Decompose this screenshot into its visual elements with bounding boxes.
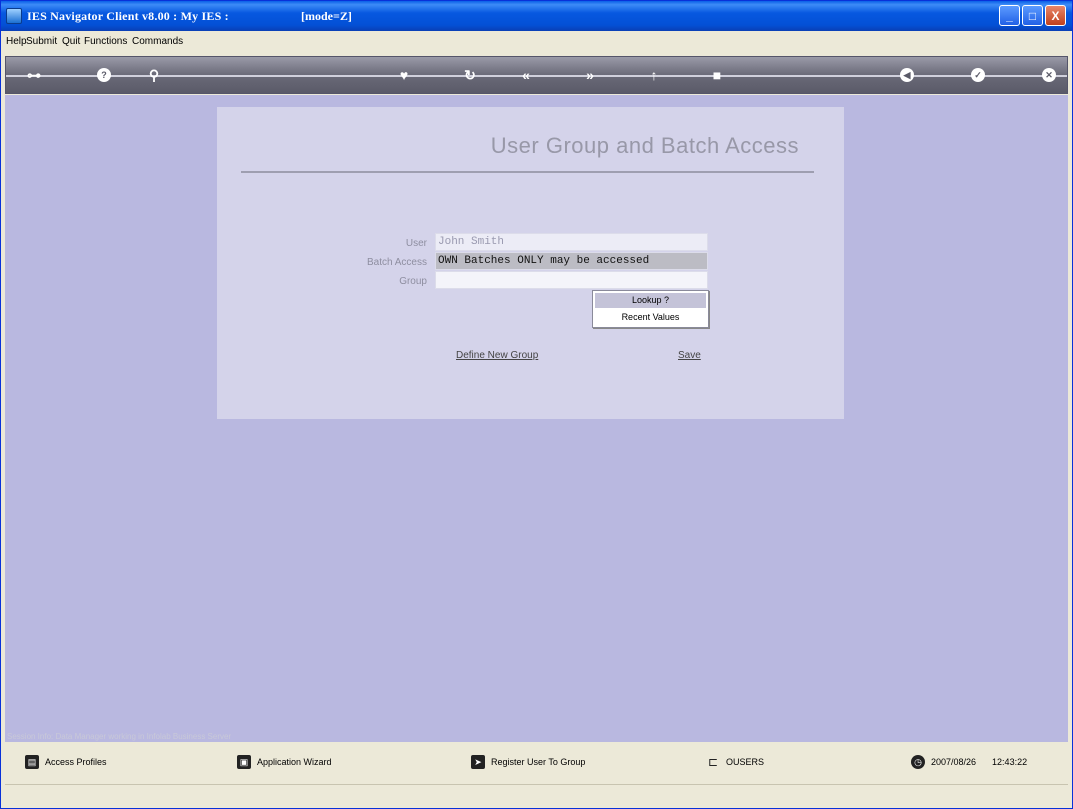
register-user-button[interactable]: ➤ Register User To Group bbox=[471, 755, 585, 769]
rewind-icon[interactable]: « bbox=[518, 67, 534, 83]
forward-icon[interactable]: » bbox=[582, 67, 598, 83]
square-icon[interactable]: ■ bbox=[709, 67, 725, 83]
application-wizard-button[interactable]: ▣ Application Wizard bbox=[237, 755, 332, 769]
recent-values-menu-item[interactable]: Recent Values bbox=[595, 310, 706, 325]
access-profiles-label: Access Profiles bbox=[45, 757, 107, 767]
key-icon[interactable]: ⊶ bbox=[20, 67, 48, 83]
window-mode: [mode=Z] bbox=[301, 9, 352, 23]
session-info: Session Info: Data Manager working in In… bbox=[5, 731, 1068, 742]
refresh-icon[interactable]: ↻ bbox=[462, 67, 478, 83]
form-panel: User Group and Batch Access User John Sm… bbox=[217, 107, 844, 419]
define-new-group-link[interactable]: Define New Group bbox=[456, 350, 538, 361]
context-menu: Lookup ? Recent Values bbox=[592, 290, 709, 328]
app-window: IES Navigator Client v8.00 : My IES : [m… bbox=[0, 0, 1073, 809]
batch-access-label: Batch Access bbox=[366, 257, 427, 268]
close-icon[interactable]: ✕ bbox=[1042, 68, 1056, 82]
register-user-label: Register User To Group bbox=[491, 757, 586, 767]
group-field[interactable] bbox=[435, 271, 708, 289]
register-icon: ➤ bbox=[471, 755, 485, 769]
user-label: User bbox=[405, 238, 427, 249]
heart-icon[interactable]: ♥ bbox=[396, 67, 412, 83]
profile-icon: ▤ bbox=[25, 755, 39, 769]
ousers-button[interactable]: ⊏ OUSERS bbox=[706, 755, 764, 769]
check-icon[interactable]: ✓ bbox=[971, 68, 985, 82]
time-label: 12:43:22 bbox=[992, 757, 1028, 767]
app-icon bbox=[6, 8, 22, 24]
page-title: User Group and Batch Access bbox=[490, 133, 799, 158]
menu-functions[interactable]: Functions bbox=[84, 36, 127, 47]
save-link[interactable]: Save bbox=[678, 350, 701, 361]
menu-submit[interactable]: Submit bbox=[26, 36, 57, 47]
help-icon[interactable]: ? bbox=[97, 68, 111, 82]
lookup-menu-item[interactable]: Lookup ? bbox=[595, 293, 706, 308]
table-icon: ⊏ bbox=[707, 755, 719, 769]
ousers-label: OUSERS bbox=[726, 757, 765, 767]
main-area: User Group and Batch Access User John Sm… bbox=[5, 95, 1068, 731]
back-icon[interactable]: ◀ bbox=[900, 68, 914, 82]
close-button[interactable]: X bbox=[1045, 5, 1066, 26]
wizard-icon: ▣ bbox=[237, 755, 251, 769]
batch-access-field[interactable]: OWN Batches ONLY may be accessed bbox=[435, 252, 708, 270]
menu-quit[interactable]: Quit bbox=[62, 36, 80, 47]
minimize-button[interactable]: _ bbox=[999, 5, 1020, 26]
toolbar: ⊶ ? ⚲ ♥ ↻ « » ↑ ■ ◀ ✓ ✕ bbox=[5, 56, 1068, 94]
date-label: 2007/08/26 bbox=[931, 757, 977, 767]
application-wizard-label: Application Wizard bbox=[257, 757, 332, 767]
search-icon[interactable]: ⚲ bbox=[146, 67, 162, 83]
datetime-display: ◷ 2007/08/26 12:43:22 bbox=[911, 755, 1027, 769]
user-field[interactable]: John Smith bbox=[435, 233, 708, 251]
access-profiles-button[interactable]: ▤ Access Profiles bbox=[25, 755, 107, 769]
menu-bar: Help Submit Quit Functions Commands bbox=[1, 31, 1072, 53]
group-label: Group bbox=[399, 276, 427, 287]
window-title: IES Navigator Client v8.00 : My IES : bbox=[27, 9, 229, 23]
menu-help[interactable]: Help bbox=[6, 36, 27, 47]
menu-commands[interactable]: Commands bbox=[132, 36, 183, 47]
bottom-bar: ▤ Access Profiles ▣ Application Wizard ➤… bbox=[5, 742, 1068, 782]
bottom-strip bbox=[5, 784, 1068, 802]
title-divider bbox=[241, 171, 814, 173]
up-icon[interactable]: ↑ bbox=[646, 67, 662, 83]
clock-icon: ◷ bbox=[911, 755, 925, 769]
title-bar[interactable]: IES Navigator Client v8.00 : My IES : [m… bbox=[1, 1, 1072, 31]
maximize-button[interactable]: □ bbox=[1022, 5, 1043, 26]
